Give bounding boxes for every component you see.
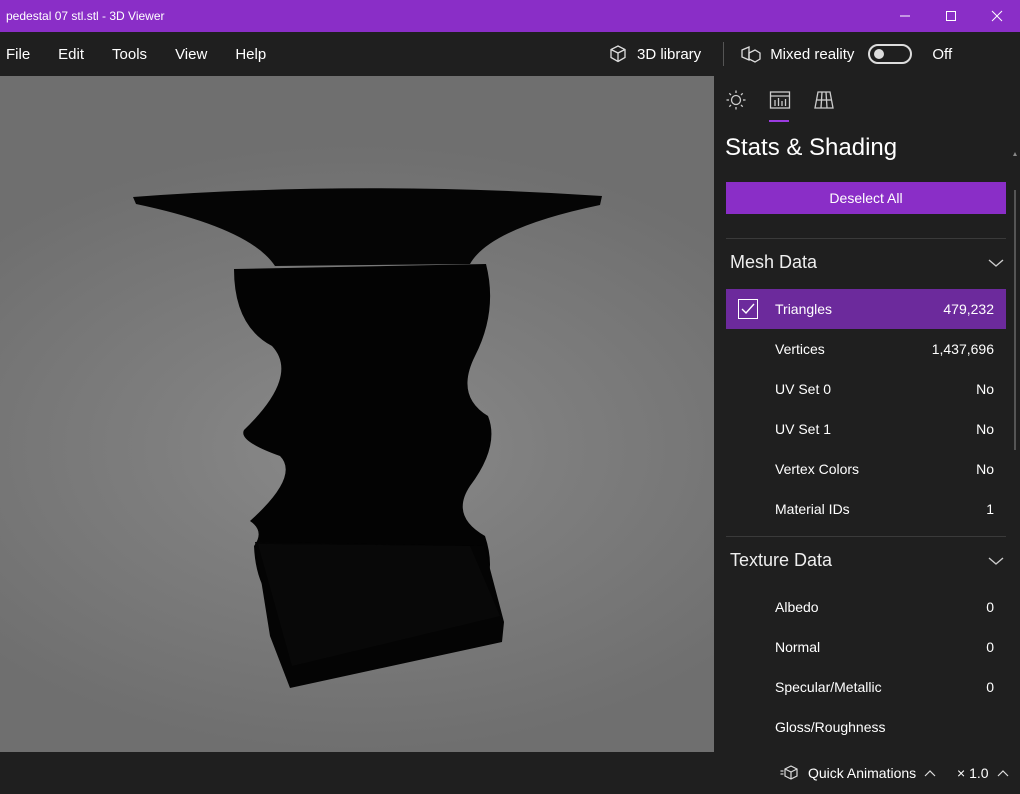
quick-animations-button[interactable]: Quick Animations xyxy=(780,752,936,794)
mixed-reality-toggle[interactable] xyxy=(868,44,913,64)
row-label: UV Set 0 xyxy=(775,381,832,397)
chevron-down-icon xyxy=(988,258,1004,267)
3d-viewport[interactable] xyxy=(0,76,714,752)
panel-scrollbar[interactable] xyxy=(1014,190,1016,450)
grid-icon xyxy=(814,91,834,109)
stats-icon xyxy=(769,91,791,109)
texture-data-header[interactable]: Texture Data xyxy=(730,550,1006,571)
row-label: Albedo xyxy=(775,599,819,615)
menu-right-group: 3D library Mixed reality Off xyxy=(608,32,952,76)
tab-stats[interactable] xyxy=(768,88,792,112)
deselect-all-button[interactable]: Deselect All xyxy=(726,182,1006,214)
pedestal-model xyxy=(133,188,602,688)
maximize-button[interactable] xyxy=(928,0,974,32)
row-value: No xyxy=(976,421,994,437)
row-value: 1 xyxy=(986,501,994,517)
mesh-row-vertex-colors[interactable]: Vertex Colors No xyxy=(726,449,1006,489)
3d-library-label: 3D library xyxy=(637,45,702,63)
minimize-icon xyxy=(900,15,910,17)
close-button[interactable] xyxy=(974,0,1020,32)
toggle-knob xyxy=(874,49,885,59)
divider xyxy=(726,238,1006,239)
tab-lighting[interactable] xyxy=(724,88,748,112)
maximize-icon xyxy=(946,11,956,21)
menu-edit[interactable]: Edit xyxy=(50,46,92,63)
row-value: No xyxy=(976,381,994,397)
menu-divider xyxy=(723,42,725,66)
menu-help[interactable]: Help xyxy=(227,46,274,63)
mesh-row-vertices[interactable]: Vertices 1,437,696 xyxy=(726,329,1006,369)
close-icon xyxy=(991,10,1003,22)
mixed-reality-group: Mixed reality Off xyxy=(740,44,952,64)
texture-row-specular-metallic[interactable]: Specular/Metallic 0 xyxy=(726,667,1006,707)
chevron-up-icon xyxy=(924,770,936,777)
row-label: Specular/Metallic xyxy=(775,679,882,695)
cube-icon xyxy=(610,45,626,63)
bottom-bar: Quick Animations × 1.0 xyxy=(0,752,1020,794)
title-bar: pedestal 07 stl.stl - 3D Viewer xyxy=(0,0,1020,32)
active-tab-indicator xyxy=(769,120,789,122)
row-value: 1,437,696 xyxy=(931,341,994,357)
menu-tools[interactable]: Tools xyxy=(104,46,155,63)
row-label: Material IDs xyxy=(775,501,850,517)
scroll-up-icon[interactable] xyxy=(1013,150,1017,158)
animation-cube-icon xyxy=(780,765,798,780)
sun-icon xyxy=(726,90,746,110)
animation-speed-label: × 1.0 xyxy=(957,765,989,781)
mesh-row-uv-set-1[interactable]: UV Set 1 No xyxy=(726,409,1006,449)
mixed-reality-icon xyxy=(741,46,761,63)
texture-row-normal[interactable]: Normal 0 xyxy=(726,627,1006,667)
panel-tabs xyxy=(724,88,836,112)
tab-grid[interactable] xyxy=(812,88,836,112)
row-label: Triangles xyxy=(775,301,833,317)
mesh-data-title: Mesh Data xyxy=(730,252,818,272)
menu-bar: File Edit Tools View Help 3D library Mix… xyxy=(0,32,1020,76)
row-label: Vertex Colors xyxy=(775,461,860,477)
divider xyxy=(726,536,1006,537)
menu-list: File Edit Tools View Help xyxy=(0,46,286,63)
menu-file[interactable]: File xyxy=(0,46,38,63)
mixed-reality-label: Mixed reality xyxy=(770,45,855,63)
row-value: 0 xyxy=(986,639,994,655)
triangles-checkbox[interactable] xyxy=(738,299,758,319)
stats-panel: Stats & Shading Deselect All Mesh Data T… xyxy=(714,76,1020,752)
check-icon xyxy=(741,303,755,315)
row-label: Normal xyxy=(775,639,821,655)
mesh-row-material-ids[interactable]: Material IDs 1 xyxy=(726,489,1006,529)
texture-data-title: Texture Data xyxy=(730,550,833,570)
quick-animations-label: Quick Animations xyxy=(808,765,917,781)
panel-title: Stats & Shading xyxy=(725,134,898,161)
animation-speed-button[interactable]: × 1.0 xyxy=(957,752,1009,794)
mesh-data-header[interactable]: Mesh Data xyxy=(730,252,1006,273)
minimize-button[interactable] xyxy=(882,0,928,32)
mesh-row-uv-set-0[interactable]: UV Set 0 No xyxy=(726,369,1006,409)
row-label: Gloss/Roughness xyxy=(775,719,886,735)
menu-view[interactable]: View xyxy=(167,46,215,63)
row-value: 0 xyxy=(986,679,994,695)
3d-library-button[interactable]: 3D library xyxy=(608,44,701,64)
chevron-down-icon xyxy=(988,556,1004,565)
row-label: Vertices xyxy=(775,341,825,357)
row-value: No xyxy=(976,461,994,477)
window-title: pedestal 07 stl.stl - 3D Viewer xyxy=(6,9,165,23)
texture-row-gloss-roughness[interactable]: Gloss/Roughness xyxy=(726,707,1006,747)
row-value: 0 xyxy=(986,599,994,615)
chevron-up-icon xyxy=(997,770,1008,777)
texture-row-albedo[interactable]: Albedo 0 xyxy=(726,587,1006,627)
mixed-reality-state: Off xyxy=(932,45,953,63)
mesh-row-triangles[interactable]: Triangles 479,232 xyxy=(726,289,1006,329)
row-value: 479,232 xyxy=(943,301,994,317)
row-label: UV Set 1 xyxy=(775,421,832,437)
